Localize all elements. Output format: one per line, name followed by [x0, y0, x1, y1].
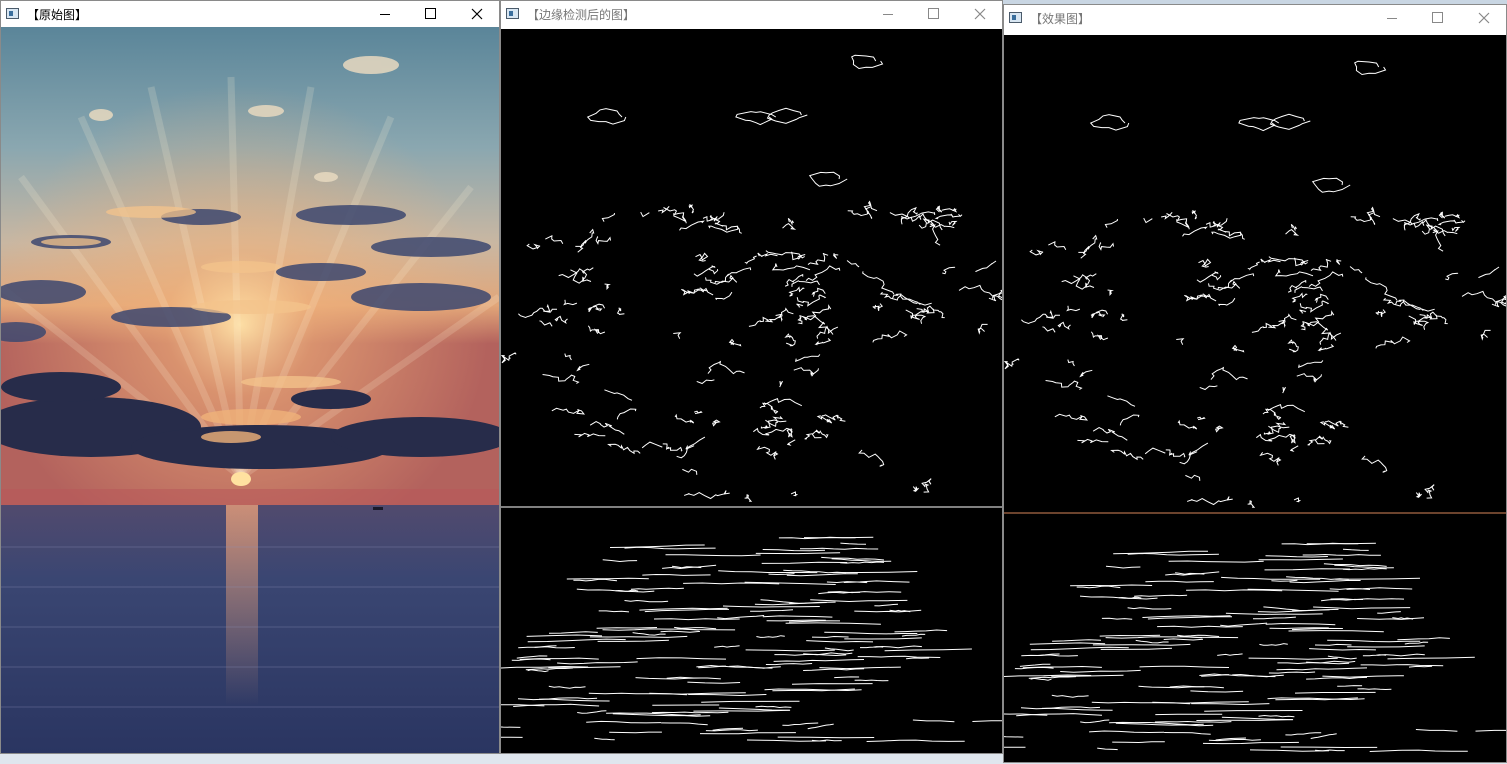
edge-lines-image [501, 54, 1002, 742]
maximize-icon[interactable] [408, 1, 454, 27]
app-icon [1009, 12, 1022, 23]
window-title: 【效果图】 [1030, 12, 1091, 26]
title-bar[interactable]: 【边缘检测后的图】 [501, 1, 1002, 29]
window-edge-detection[interactable]: 【边缘检测后的图】 [500, 0, 1003, 754]
window-original-image[interactable]: 【原始图】 [0, 0, 500, 754]
window-effect-image[interactable]: 【效果图】 [1003, 4, 1507, 763]
close-icon[interactable] [1461, 5, 1507, 31]
effect-lines-image [1004, 60, 1506, 752]
sunset-image [1, 27, 499, 753]
edge-image-canvas [501, 29, 1002, 753]
minimize-icon[interactable] [362, 1, 408, 27]
minimize-icon[interactable] [1369, 5, 1415, 31]
minimize-icon[interactable] [865, 1, 911, 27]
close-icon[interactable] [454, 1, 500, 27]
app-icon [6, 8, 19, 19]
app-icon [506, 8, 519, 19]
effect-image-canvas [1004, 35, 1506, 762]
maximize-icon[interactable] [1415, 5, 1461, 31]
window-title: 【边缘检测后的图】 [527, 8, 636, 22]
maximize-icon[interactable] [911, 1, 957, 27]
original-image-canvas [1, 27, 499, 753]
close-icon[interactable] [957, 1, 1003, 27]
title-bar[interactable]: 【原始图】 [1, 1, 499, 27]
window-title: 【原始图】 [27, 8, 88, 22]
title-bar[interactable]: 【效果图】 [1004, 5, 1506, 35]
